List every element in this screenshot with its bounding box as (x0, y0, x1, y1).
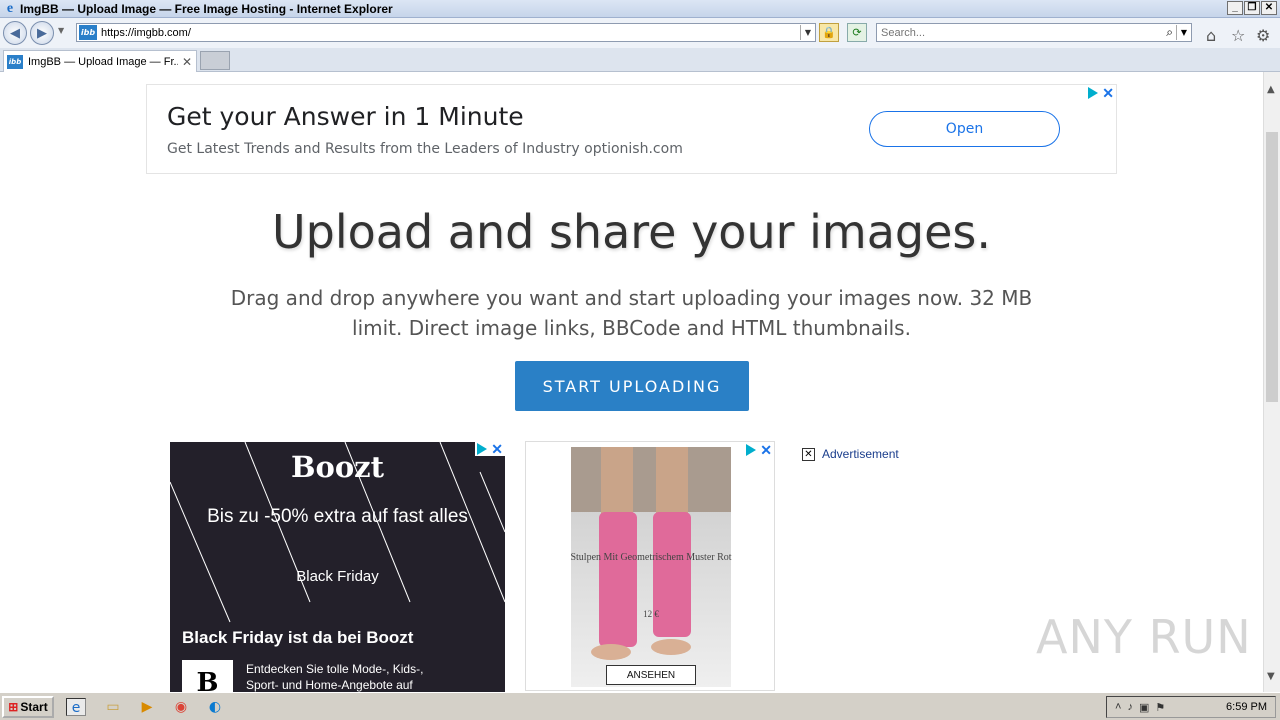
adchoices[interactable]: ✕ (1088, 86, 1114, 100)
hero-subtitle: Drag and drop anywhere you want and star… (230, 286, 1033, 340)
taskbar-edge-icon[interactable]: ◐ (205, 698, 225, 716)
boozt-headline: Black Friday ist da bei Boozt (182, 628, 414, 647)
boozt-ad[interactable]: Boozt Bis zu -50% extra auf fast alles B… (170, 442, 505, 692)
address-dropdown-icon[interactable]: ▼ (800, 25, 815, 40)
scroll-up-icon[interactable]: ▲ (1267, 84, 1275, 95)
page-content: Get your Answer in 1 Minute Get Latest T… (0, 72, 1263, 692)
back-arrow-icon: ◀ (10, 25, 20, 41)
navigation-bar: ◀ ▶ ▼ ibb https://imgbb.com/ ▼ 🔒 ⟳ ⌕ ▼ ⌂… (0, 18, 1280, 48)
advertisement-text[interactable]: Advertisement (822, 447, 899, 461)
ad-close-icon[interactable]: ✕ (491, 442, 503, 456)
leg-warmers-image (571, 447, 731, 687)
ad-headline: Get your Answer in 1 Minute (167, 102, 524, 131)
windows-flag-icon: ⊞ (8, 700, 19, 714)
boozt-adchoices[interactable]: ✕ (475, 442, 505, 456)
internet-explorer-icon: e (6, 0, 14, 16)
window-titlebar: e ImgBB — Upload Image — Free Image Host… (0, 0, 1280, 18)
lock-icon[interactable]: 🔒 (819, 23, 839, 42)
tab-label: ImgBB — Upload Image — Fr... (28, 55, 178, 68)
network-icon[interactable]: ▣ (1139, 701, 1149, 714)
search-dropdown-icon[interactable]: ▼ (1176, 25, 1191, 40)
home-icon[interactable]: ⌂ (1206, 26, 1216, 45)
close-button[interactable]: ✕ (1261, 1, 1277, 15)
vertical-scrollbar[interactable]: ▲ ▼ (1263, 72, 1280, 692)
leg-warmers-illustration (571, 447, 731, 660)
search-icon[interactable]: ⌕ (1166, 25, 1173, 40)
minimize-button[interactable]: _ (1227, 1, 1243, 15)
taskbar-media-player-icon[interactable]: ▶ (137, 698, 157, 716)
clock[interactable]: 6:59 PM (1226, 701, 1267, 713)
volume-icon[interactable]: ♪ (1127, 701, 1133, 714)
settings-gear-icon[interactable]: ⚙ (1256, 26, 1270, 45)
tab-close-icon[interactable]: ✕ (182, 55, 192, 69)
taskbar: ⊞ Start e ▭ ▶ ◉ ◐ ˄ ♪ ▣ ⚑ 6:59 PM (0, 692, 1280, 720)
scroll-down-icon[interactable]: ▼ (1267, 671, 1275, 682)
tab-favicon: ibb (7, 54, 23, 69)
ad-subline: Get Latest Trends and Results from the L… (167, 141, 683, 157)
advertisement-label[interactable]: ✕ Advertisement (802, 447, 899, 461)
tray-chevron-icon[interactable]: ˄ (1115, 701, 1121, 714)
start-uploading-button[interactable]: START UPLOADING (515, 361, 749, 411)
hero-title: Upload and share your images. (271, 205, 992, 259)
boozt-black-friday: Black Friday (296, 568, 379, 585)
new-tab-button[interactable] (200, 51, 230, 70)
boozt-logo: Boozt (290, 450, 385, 484)
start-label: Start (20, 700, 48, 714)
sock-adchoices[interactable]: ✕ (746, 443, 772, 457)
scroll-thumb[interactable] (1266, 132, 1278, 402)
address-url[interactable]: https://imgbb.com/ (101, 27, 191, 39)
broken-image-icon: ✕ (802, 447, 815, 461)
taskbar-internet-explorer-icon[interactable]: e (66, 698, 86, 716)
sock-ad[interactable]: Stulpen Mit Geometrischem Muster Rot 12 … (525, 441, 775, 691)
address-bar[interactable]: ibb https://imgbb.com/ ▼ (76, 23, 816, 42)
window-controls: _ ❐ ✕ (1227, 1, 1277, 15)
back-button[interactable]: ◀ (3, 21, 27, 45)
search-input[interactable] (881, 26, 1151, 39)
start-button[interactable]: ⊞ Start (2, 696, 54, 718)
ad-open-button[interactable]: Open (869, 111, 1060, 147)
boozt-offer: Bis zu -50% extra auf fast alles (207, 506, 468, 527)
favorites-star-icon[interactable]: ☆ (1231, 26, 1245, 45)
search-box[interactable]: ⌕ ▼ (876, 23, 1192, 42)
forward-arrow-icon: ▶ (37, 25, 47, 41)
history-dropdown-icon[interactable]: ▼ (58, 26, 64, 35)
anyrun-watermark: ANY RUN (1036, 610, 1252, 664)
adchoices-icon[interactable] (1088, 87, 1099, 99)
boozt-brand-logo: B (182, 660, 233, 692)
product-caption: Stulpen Mit Geometrischem Muster Rot (570, 552, 732, 563)
tab-imgbb[interactable]: ibb ImgBB — Upload Image — Fr... ✕ (3, 50, 197, 72)
ansehen-button[interactable]: ANSEHEN (606, 665, 696, 685)
adchoices-icon[interactable] (477, 443, 488, 455)
taskbar-chrome-icon[interactable]: ◉ (171, 698, 191, 716)
refresh-button[interactable]: ⟳ (847, 23, 867, 42)
ad-close-icon[interactable]: ✕ (1102, 86, 1114, 100)
window-title: ImgBB — Upload Image — Free Image Hostin… (20, 1, 393, 16)
system-tray: ˄ ♪ ▣ ⚑ 6:59 PM (1106, 696, 1276, 718)
action-center-flag-icon[interactable]: ⚑ (1155, 701, 1165, 714)
taskbar-folder-icon[interactable]: ▭ (103, 698, 123, 716)
forward-button[interactable]: ▶ (30, 21, 54, 45)
restore-button[interactable]: ❐ (1244, 1, 1260, 15)
boozt-body: Entdecken Sie tolle Mode-, Kids-, Sport-… (246, 662, 424, 692)
tab-bar: ibb ImgBB — Upload Image — Fr... ✕ (0, 48, 1280, 72)
ad-close-icon[interactable]: ✕ (760, 443, 772, 457)
tray-icons: ˄ ♪ ▣ ⚑ (1115, 701, 1165, 714)
adchoices-icon[interactable] (746, 444, 757, 456)
site-favicon: ibb (79, 25, 97, 40)
product-price: 12 € (643, 609, 659, 619)
top-ad-banner[interactable]: Get your Answer in 1 Minute Get Latest T… (146, 84, 1117, 174)
